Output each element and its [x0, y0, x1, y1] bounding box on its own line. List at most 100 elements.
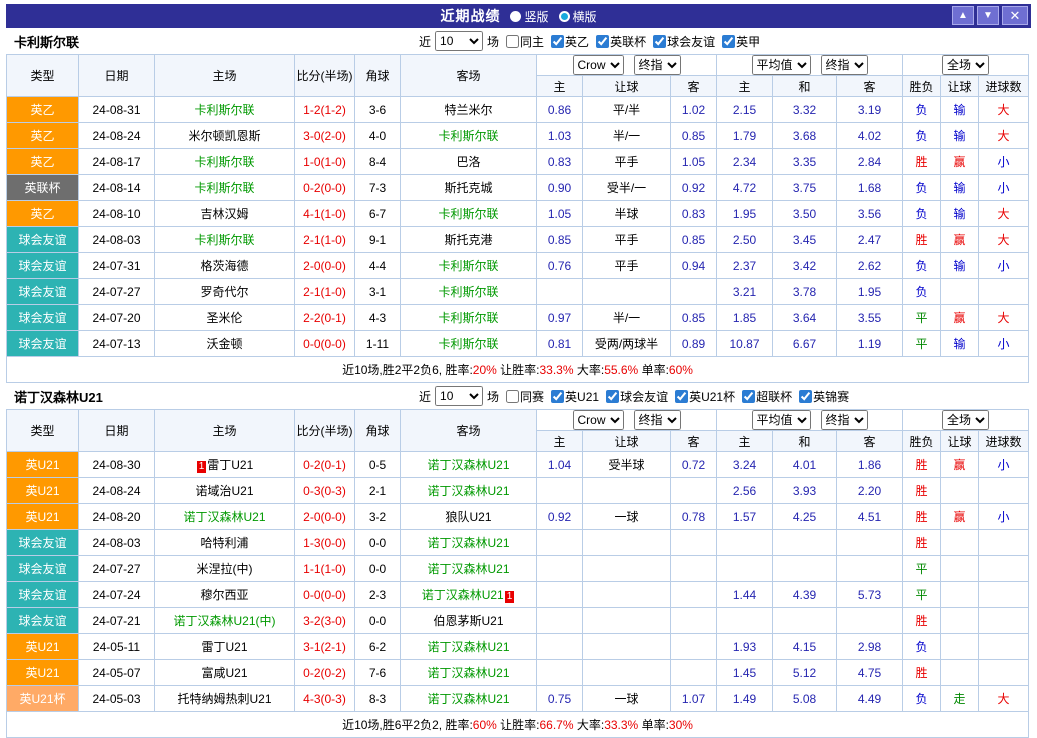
layout-radio-horizontal[interactable]: 横版 — [558, 8, 597, 25]
away-team: 斯托克城 — [400, 174, 537, 201]
avg-away-odds: 4.49 — [836, 685, 904, 712]
move-up-button[interactable]: ▲ — [952, 6, 974, 25]
league-type: 球会友谊 — [6, 304, 79, 331]
avg-draw-odds: 4.25 — [772, 503, 838, 530]
league-filter-球会友谊-checkbox[interactable] — [606, 389, 620, 403]
avg-home-odds: 4.72 — [716, 174, 774, 201]
avg-draw-odds: 3.50 — [772, 200, 838, 227]
away-team: 卡利斯尔联 — [400, 304, 537, 331]
column-header: 类型 — [6, 409, 79, 452]
league-filter-英U21杯[interactable]: 英U21杯 — [670, 388, 735, 405]
avg-away-odds: 3.55 — [836, 304, 904, 331]
avg-source-select[interactable]: 平均值 — [751, 55, 811, 75]
league-filter-球会友谊[interactable]: 球会友谊 — [648, 33, 715, 50]
away-odds: 0.92 — [669, 174, 718, 201]
league-filter-英联杯[interactable]: 英联杯 — [591, 33, 646, 50]
league-filter-英锦赛-checkbox[interactable] — [799, 389, 813, 403]
avg-away-odds: 4.75 — [836, 659, 904, 686]
result-wdl: 负 — [902, 174, 942, 201]
league-filter-英甲[interactable]: 英甲 — [717, 33, 760, 50]
league-filter-超联杯[interactable]: 超联杯 — [737, 388, 792, 405]
move-down-button[interactable]: ▼ — [977, 6, 999, 25]
league-filter-英乙-checkbox[interactable] — [551, 34, 565, 48]
match-date: 24-08-17 — [78, 148, 155, 175]
avg-odds-group: 平均值 终指 — [716, 409, 904, 431]
section-carlisle-united: 卡利斯尔联 近 10 场同主 英乙 英联杯 球会友谊 英甲 类型 日期 主场 比分(半场) 角球 客场… — [5, 28, 1031, 383]
away-team-name: 特兰米尔 — [444, 103, 493, 117]
league-type: 英U21 — [6, 503, 79, 530]
summary-part: 60% — [472, 718, 497, 732]
odds-company-select[interactable]: Crow — [572, 410, 624, 430]
league-filter-英U21[interactable]: 英U21 — [546, 388, 599, 405]
league-type: 球会友谊 — [6, 529, 79, 556]
league-filter-英U21杯-checkbox[interactable] — [675, 389, 689, 403]
home-odds: 1.03 — [536, 122, 583, 149]
away-odds: 0.94 — [669, 252, 718, 279]
odds-type-select[interactable]: 终指 — [633, 410, 681, 430]
league-type: 球会友谊 — [6, 607, 79, 634]
avg-type-select[interactable]: 终指 — [820, 55, 868, 75]
section-filter-row: 诺丁汉森林U21 近 10 场同赛 英U21 球会友谊 英U21杯 超联杯 英锦赛 — [6, 383, 1031, 409]
handicap — [582, 607, 671, 634]
home-team: 卡利斯尔联 — [154, 148, 295, 175]
match-date: 24-05-11 — [78, 633, 155, 660]
home-team: 格茨海德 — [154, 252, 295, 279]
home-odds — [536, 278, 583, 305]
away-team: 卡利斯尔联 — [400, 278, 537, 305]
away-team: 斯托克港 — [400, 226, 537, 253]
away-team-name: 狼队U21 — [445, 510, 492, 524]
handicap — [582, 555, 671, 582]
league-filter-球会友谊-checkbox[interactable] — [653, 34, 667, 48]
scope-select[interactable]: 全场 — [942, 410, 990, 430]
match-count-select[interactable]: 10 — [435, 386, 484, 406]
league-type: 球会友谊 — [6, 555, 79, 582]
match-row: 英联杯 24-08-14 卡利斯尔联 0-2(0-0) 7-3 斯托克城 0.90 受半/一 0… — [6, 174, 1030, 201]
summary-part: 33.3% — [604, 718, 639, 732]
avg-source-select[interactable]: 平均值 — [751, 410, 811, 430]
away-odds: 0.85 — [669, 304, 718, 331]
avg-home-odds — [716, 607, 774, 634]
result-wdl: 胜 — [902, 148, 942, 175]
league-filter-球会友谊[interactable]: 球会友谊 — [601, 388, 668, 405]
summary-part: 55.6% — [604, 363, 639, 377]
same-filter[interactable]: 同主 — [501, 33, 544, 50]
result-goals — [978, 477, 1030, 504]
league-filter-英联杯-checkbox[interactable] — [596, 34, 610, 48]
away-team: 诺丁汉森林U21 — [400, 529, 537, 556]
match-row: 英U21 24-05-07 富咸U21 0-2(0-2) 7-6 诺丁汉森林U21 1.45… — [6, 659, 1030, 686]
match-row: 英U21 24-08-24 诺域治U21 0-3(0-3) 2-1 诺丁汉森林U21 2.5… — [6, 477, 1030, 504]
avg-draw-odds: 3.32 — [772, 96, 838, 123]
corner-score: 2-3 — [354, 581, 401, 608]
avg-away-odds — [836, 529, 904, 556]
league-filter-英U21-checkbox[interactable] — [551, 389, 565, 403]
scope-group: 全场 — [902, 409, 1030, 431]
league-filter-英锦赛[interactable]: 英锦赛 — [794, 388, 849, 405]
match-date: 24-07-13 — [78, 330, 155, 357]
result-wdl: 负 — [902, 122, 942, 149]
league-filter-英甲-checkbox[interactable] — [722, 34, 736, 48]
match-row: 球会友谊 24-07-24 穆尔西亚 0-0(0-0) 2-3 诺丁汉森林U21 1 1.44… — [6, 581, 1030, 608]
match-score: 2-1(1-0) — [294, 226, 355, 253]
scope-select[interactable]: 全场 — [942, 55, 990, 75]
column-subheader: 主 — [716, 75, 774, 97]
away-team-name: 卡利斯尔联 — [438, 337, 499, 351]
red-card-badge: 1 — [504, 591, 515, 603]
league-type: 英U21 — [6, 659, 79, 686]
handicap: 受半/一 — [582, 174, 671, 201]
home-team-name: 卡利斯尔联 — [194, 155, 255, 169]
same-filter-checkbox[interactable] — [506, 389, 520, 403]
column-header: 角球 — [354, 54, 401, 97]
league-filter-超联杯-checkbox[interactable] — [742, 389, 756, 403]
same-filter[interactable]: 同赛 — [501, 388, 544, 405]
league-type: 英联杯 — [6, 174, 79, 201]
away-odds: 0.72 — [669, 451, 718, 478]
same-filter-checkbox[interactable] — [506, 34, 520, 48]
section-filter-row: 卡利斯尔联 近 10 场同主 英乙 英联杯 球会友谊 英甲 — [6, 28, 1031, 54]
odds-company-select[interactable]: Crow — [572, 55, 624, 75]
close-button[interactable]: ✕ — [1002, 6, 1028, 25]
league-filter-英乙[interactable]: 英乙 — [546, 33, 589, 50]
odds-type-select[interactable]: 终指 — [633, 55, 681, 75]
layout-radio-vertical[interactable]: 竖版 — [510, 8, 549, 25]
match-count-select[interactable]: 10 — [435, 31, 484, 51]
avg-type-select[interactable]: 终指 — [820, 410, 868, 430]
